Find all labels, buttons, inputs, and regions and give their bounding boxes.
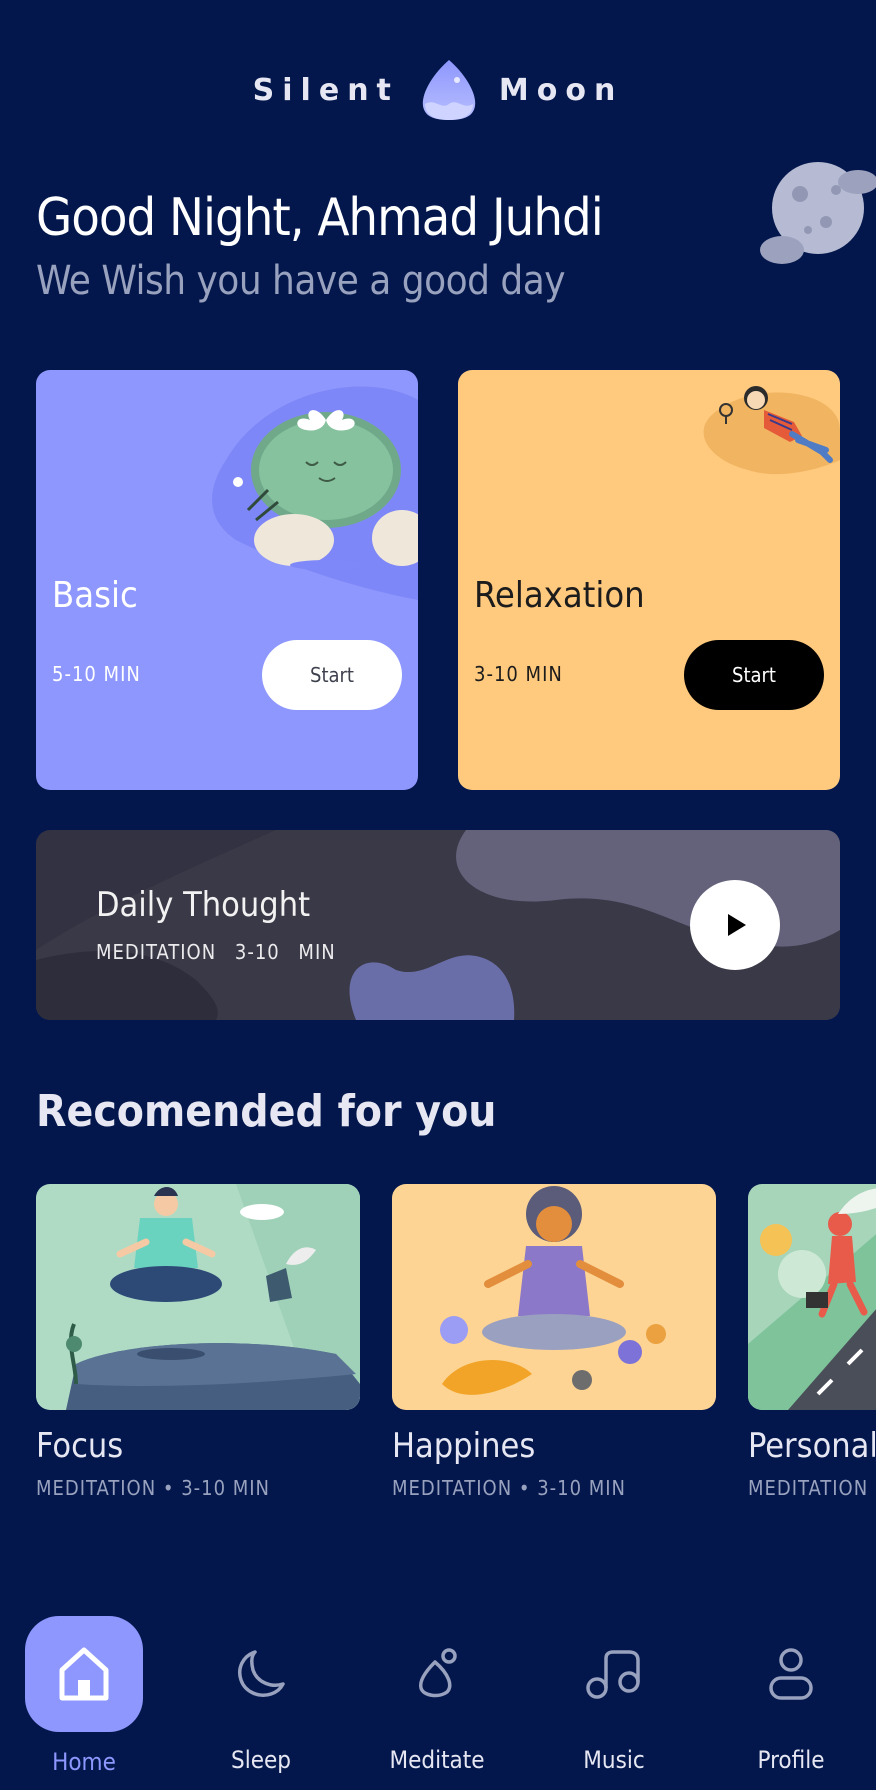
nav-meditate[interactable]: Meditate [362, 1600, 512, 1774]
happines-meta: MEDITATION • 3-10 MIN [392, 1476, 627, 1500]
recommended-item-focus[interactable]: Focus MEDITATION • 3-10 MIN [36, 1184, 360, 1500]
recommended-section-title: Recomended for you [36, 1086, 497, 1137]
nav-profile-label: Profile [757, 1746, 825, 1774]
logo-word-right: Moon [498, 72, 624, 108]
nav-sleep-label: Sleep [231, 1746, 291, 1774]
bottom-navigation: Home Sleep Meditate Music Profile [0, 1600, 876, 1790]
moon-drop-icon [422, 60, 476, 120]
recommended-item-personal[interactable]: Personal MEDITATION • 3-10 MIN [748, 1184, 876, 1500]
moon-icon [238, 1650, 285, 1697]
focus-thumbnail [36, 1184, 360, 1410]
home-icon [59, 1647, 109, 1701]
basic-course-card[interactable]: Basic 5-10 MIN Start [36, 370, 418, 790]
daily-thought-title: Daily Thought [96, 885, 311, 925]
basic-start-button[interactable]: Start [262, 640, 402, 710]
focus-title: Focus [36, 1426, 124, 1466]
relaxation-start-button[interactable]: Start [684, 640, 824, 710]
nav-home[interactable]: Home [9, 1600, 159, 1776]
relaxation-card-title: Relaxation [474, 575, 645, 616]
basic-card-title: Basic [52, 575, 138, 616]
nav-music-label: Music [583, 1746, 645, 1774]
personal-thumbnail [748, 1184, 876, 1410]
music-icon [586, 1650, 640, 1699]
nav-meditate-label: Meditate [389, 1746, 485, 1774]
nav-home-label: Home [52, 1748, 116, 1776]
play-icon [728, 914, 746, 936]
profile-icon [769, 1648, 813, 1700]
daily-thought-category: MEDITATION [96, 940, 217, 964]
greeting-subtitle: We Wish you have a good day [36, 258, 566, 304]
recommended-carousel[interactable]: Focus MEDITATION • 3-10 MIN Happines MED… [36, 1184, 876, 1514]
daily-thought-duration: 3-10 MIN [234, 940, 336, 964]
focus-meta: MEDITATION • 3-10 MIN [36, 1476, 271, 1500]
personal-meta: MEDITATION • 3-10 MIN [748, 1476, 876, 1500]
moon-illustration [760, 162, 876, 264]
recommended-item-happines[interactable]: Happines MEDITATION • 3-10 MIN [392, 1184, 716, 1500]
app-logo: Silent Moon [0, 58, 876, 122]
play-button[interactable] [690, 880, 780, 970]
nav-sleep[interactable]: Sleep [186, 1600, 336, 1774]
daily-thought-card[interactable]: Daily Thought MEDITATION 3-10 MIN [36, 830, 840, 1020]
meditate-icon [418, 1648, 457, 1698]
personal-title: Personal [748, 1426, 876, 1466]
daily-thought-meta: MEDITATION 3-10 MIN [96, 940, 336, 964]
nav-music[interactable]: Music [539, 1600, 689, 1774]
basic-card-duration: 5-10 MIN [52, 662, 141, 686]
nav-profile[interactable]: Profile [716, 1600, 866, 1774]
relaxation-card-duration: 3-10 MIN [474, 662, 563, 686]
happines-thumbnail [392, 1184, 716, 1410]
happines-title: Happines [392, 1426, 536, 1466]
relaxation-course-card[interactable]: Relaxation 3-10 MIN Start [458, 370, 840, 790]
logo-word-left: Silent [252, 72, 399, 108]
greeting-title: Good Night, Ahmad Juhdi [36, 188, 604, 248]
